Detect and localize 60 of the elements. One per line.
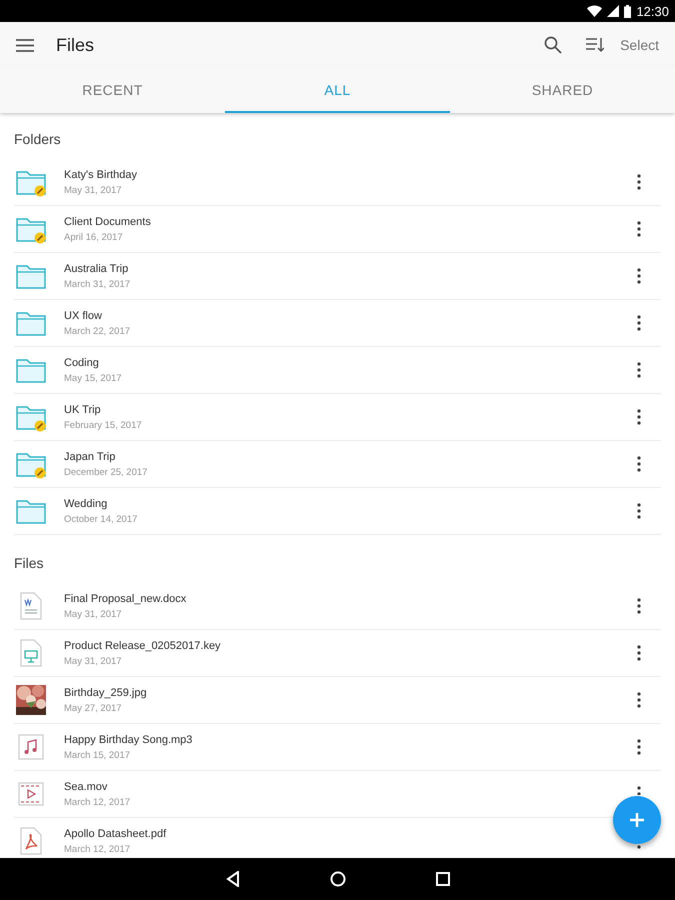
item-date: May 31, 2017: [64, 184, 123, 196]
item-date: October 14, 2017: [64, 514, 138, 524]
item-date: December 25, 2017: [64, 466, 148, 478]
item-date: April 16, 2017: [64, 232, 124, 242]
item-name: Australia Trip: [64, 262, 130, 274]
item-date: March 15, 2017: [64, 750, 132, 760]
plus-icon: [629, 812, 645, 828]
item-name: UK Trip: [64, 404, 102, 416]
item-date: March 22, 2017: [64, 326, 132, 336]
item-name: Client Documents: [64, 216, 152, 228]
more-button[interactable]: [637, 844, 641, 849]
item-name: Coding: [64, 356, 100, 368]
item-date: March 12, 2017: [64, 796, 132, 808]
search-button[interactable]: [544, 36, 562, 54]
item-name: UX flow: [64, 310, 103, 322]
tab[interactable]: ALL: [225, 68, 450, 113]
select-button[interactable]: Select: [616, 33, 663, 57]
item-name: Sea.mov: [64, 780, 108, 792]
more-button[interactable]: [637, 598, 641, 614]
item-date: March 12, 2017: [64, 844, 132, 854]
item-name: Final Proposal_new.docx: [64, 592, 188, 604]
more-button[interactable]: [637, 221, 641, 237]
app-title: Files: [56, 34, 96, 56]
item-name: Wedding: [64, 498, 108, 510]
clock: 12:30: [636, 4, 669, 18]
item-name: Product Release_02052017.key: [64, 640, 222, 652]
more-button[interactable]: [637, 692, 641, 708]
more-button[interactable]: [637, 409, 641, 425]
item-name: Birthday_259.jpg: [64, 686, 148, 698]
section-heading: Files: [14, 554, 45, 573]
item-date: May 31, 2017: [64, 608, 123, 620]
home-button[interactable]: [330, 871, 346, 887]
item-date: May 31, 2017: [64, 656, 123, 666]
more-button[interactable]: [637, 456, 641, 472]
sort-button[interactable]: [586, 37, 604, 53]
more-button[interactable]: [637, 174, 641, 190]
item-date: May 15, 2017: [64, 372, 123, 384]
item-name: Happy Birthday Song.mp3: [64, 734, 194, 746]
menu-button[interactable]: [16, 38, 34, 52]
more-button[interactable]: [637, 786, 641, 795]
tab[interactable]: SHARED: [450, 68, 675, 113]
section-heading: Folders: [14, 130, 62, 149]
wifi-icon: [587, 5, 602, 17]
back-button[interactable]: [226, 871, 240, 887]
more-button[interactable]: [637, 645, 641, 661]
item-date: March 31, 2017: [64, 278, 132, 290]
more-button[interactable]: [637, 739, 641, 755]
item-name: Japan Trip: [64, 450, 116, 462]
signal-icon: [607, 5, 620, 17]
more-button[interactable]: [637, 315, 641, 331]
recents-button[interactable]: [436, 872, 450, 886]
item-date: February 15, 2017: [64, 420, 143, 430]
more-button[interactable]: [637, 268, 641, 284]
item-name: Katy's Birthday: [64, 168, 138, 180]
more-button[interactable]: [637, 362, 641, 378]
battery-icon: [624, 4, 632, 18]
more-button[interactable]: [637, 503, 641, 519]
tab[interactable]: RECENT: [0, 68, 225, 113]
item-date: May 27, 2017: [64, 702, 123, 714]
item-name: Apollo Datasheet.pdf: [64, 828, 168, 840]
